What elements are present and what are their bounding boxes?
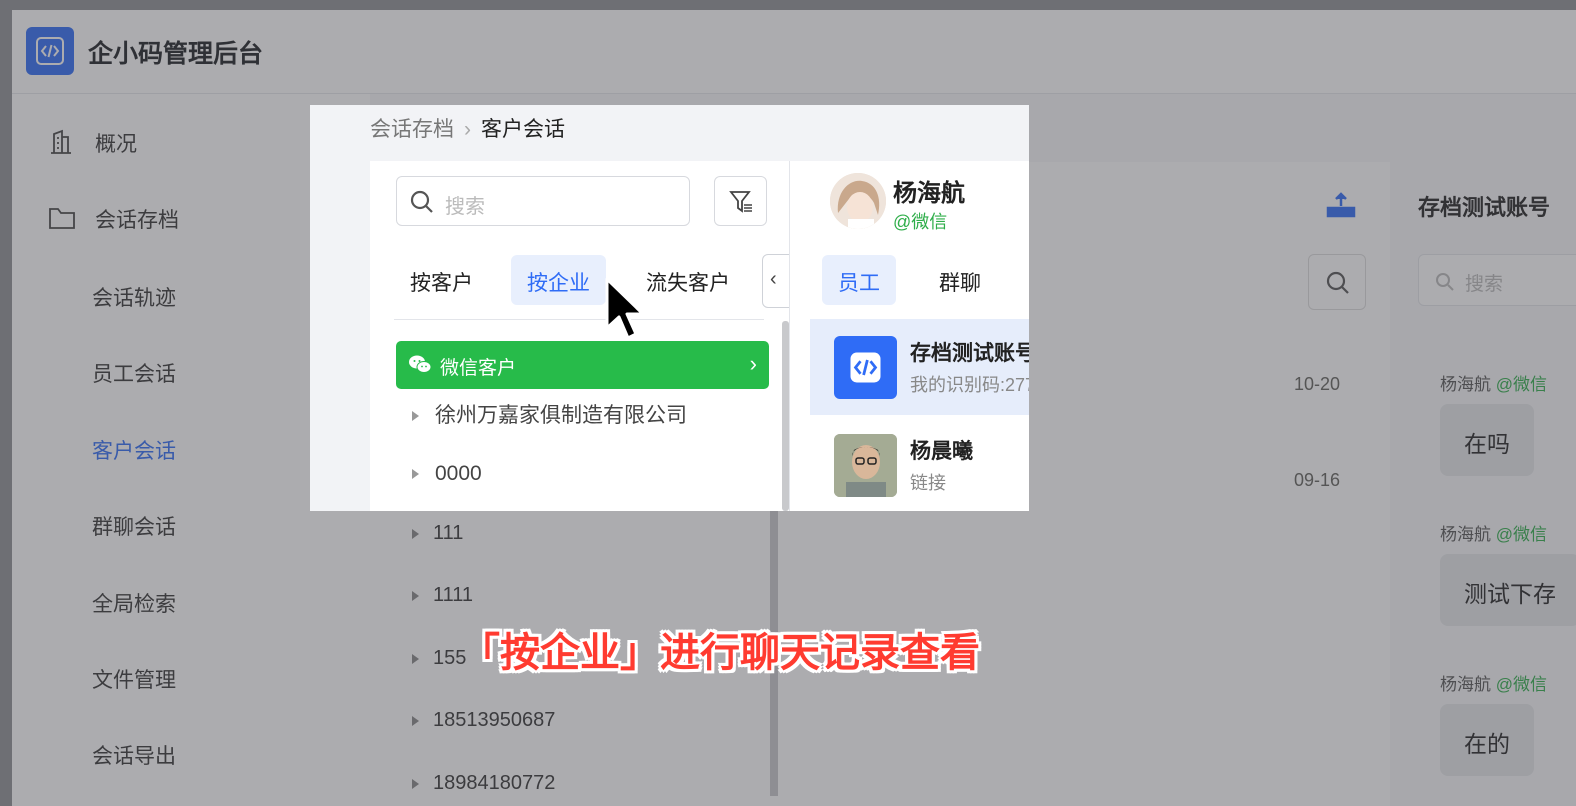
conversation-name: 存档测试账号 (910, 342, 1029, 365)
breadcrumb-current: 客户会话 (481, 118, 565, 141)
avatar (830, 173, 886, 229)
filter-button[interactable] (714, 176, 767, 226)
user-tag: @微信 (893, 212, 948, 232)
caret-right-icon (412, 469, 419, 480)
company-list-panel: 搜索 按客户 按企业 流失客户 ‹ 微信客户 › 徐州万嘉家俱制造有限公司 00… (370, 161, 790, 511)
group-label: 微信客户 (440, 358, 517, 379)
tab-staff[interactable]: 员工 (822, 255, 896, 305)
conversation-name: 杨晨曦 (910, 440, 973, 463)
company-name: 徐州万嘉家俱制造有限公司 (435, 404, 687, 427)
list-item[interactable]: 0000 (412, 462, 482, 486)
breadcrumb-parent[interactable]: 会话存档 (370, 118, 454, 141)
tab-by-company[interactable]: 按企业 (511, 255, 606, 305)
search-input[interactable]: 搜索 (396, 176, 690, 226)
conversation-date: 09-16 (1294, 470, 1341, 490)
tab-group-chat[interactable]: 群聊 (923, 255, 997, 305)
wechat-icon (409, 355, 432, 373)
search-placeholder: 搜索 (445, 196, 485, 218)
tutorial-caption: 「按企业」进行聊天记录查看 (460, 631, 980, 675)
conversation-item[interactable]: 杨晨曦 链接 (810, 417, 1029, 511)
scrollbar[interactable] (782, 321, 789, 511)
wechat-customer-group[interactable]: 微信客户 › (396, 341, 769, 389)
app-logo (834, 336, 897, 399)
tab-by-customer[interactable]: 按客户 (394, 255, 489, 305)
conversation-item[interactable]: 存档测试账号 我的识别码:277458348 使用向日... (810, 319, 1029, 415)
chevron-right-icon: › (749, 351, 757, 376)
caret-right-icon (412, 411, 419, 422)
tab-divider (394, 319, 764, 320)
avatar (834, 434, 897, 497)
spotlight-panel: 会话存档 › 客户会话 搜索 按客户 按企业 流失客户 ‹ 微信客户 › 徐州万嘉家… (310, 105, 1029, 511)
conversation-preview: 链接 (910, 473, 946, 493)
user-name: 杨海航 (893, 180, 965, 207)
filter-icon (729, 191, 752, 213)
conversation-preview: 我的识别码:277458348 使用向日... (910, 375, 1029, 395)
conversation-date: 10-20 (1294, 374, 1341, 394)
breadcrumb: 会话存档 › 客户会话 (370, 113, 565, 143)
chevron-left-icon: ‹ (770, 268, 777, 290)
chevron-right-icon: › (464, 118, 471, 141)
list-item[interactable]: 徐州万嘉家俱制造有限公司 (412, 399, 687, 429)
company-name: 0000 (435, 462, 482, 485)
search-icon (410, 190, 433, 213)
conversation-panel: 杨海航 @微信 员工 群聊 存档测试账号 我的识别码:277458348 使用向… (790, 161, 1029, 511)
cursor-icon (605, 277, 645, 340)
collapse-panel-button[interactable]: ‹ (762, 254, 790, 308)
